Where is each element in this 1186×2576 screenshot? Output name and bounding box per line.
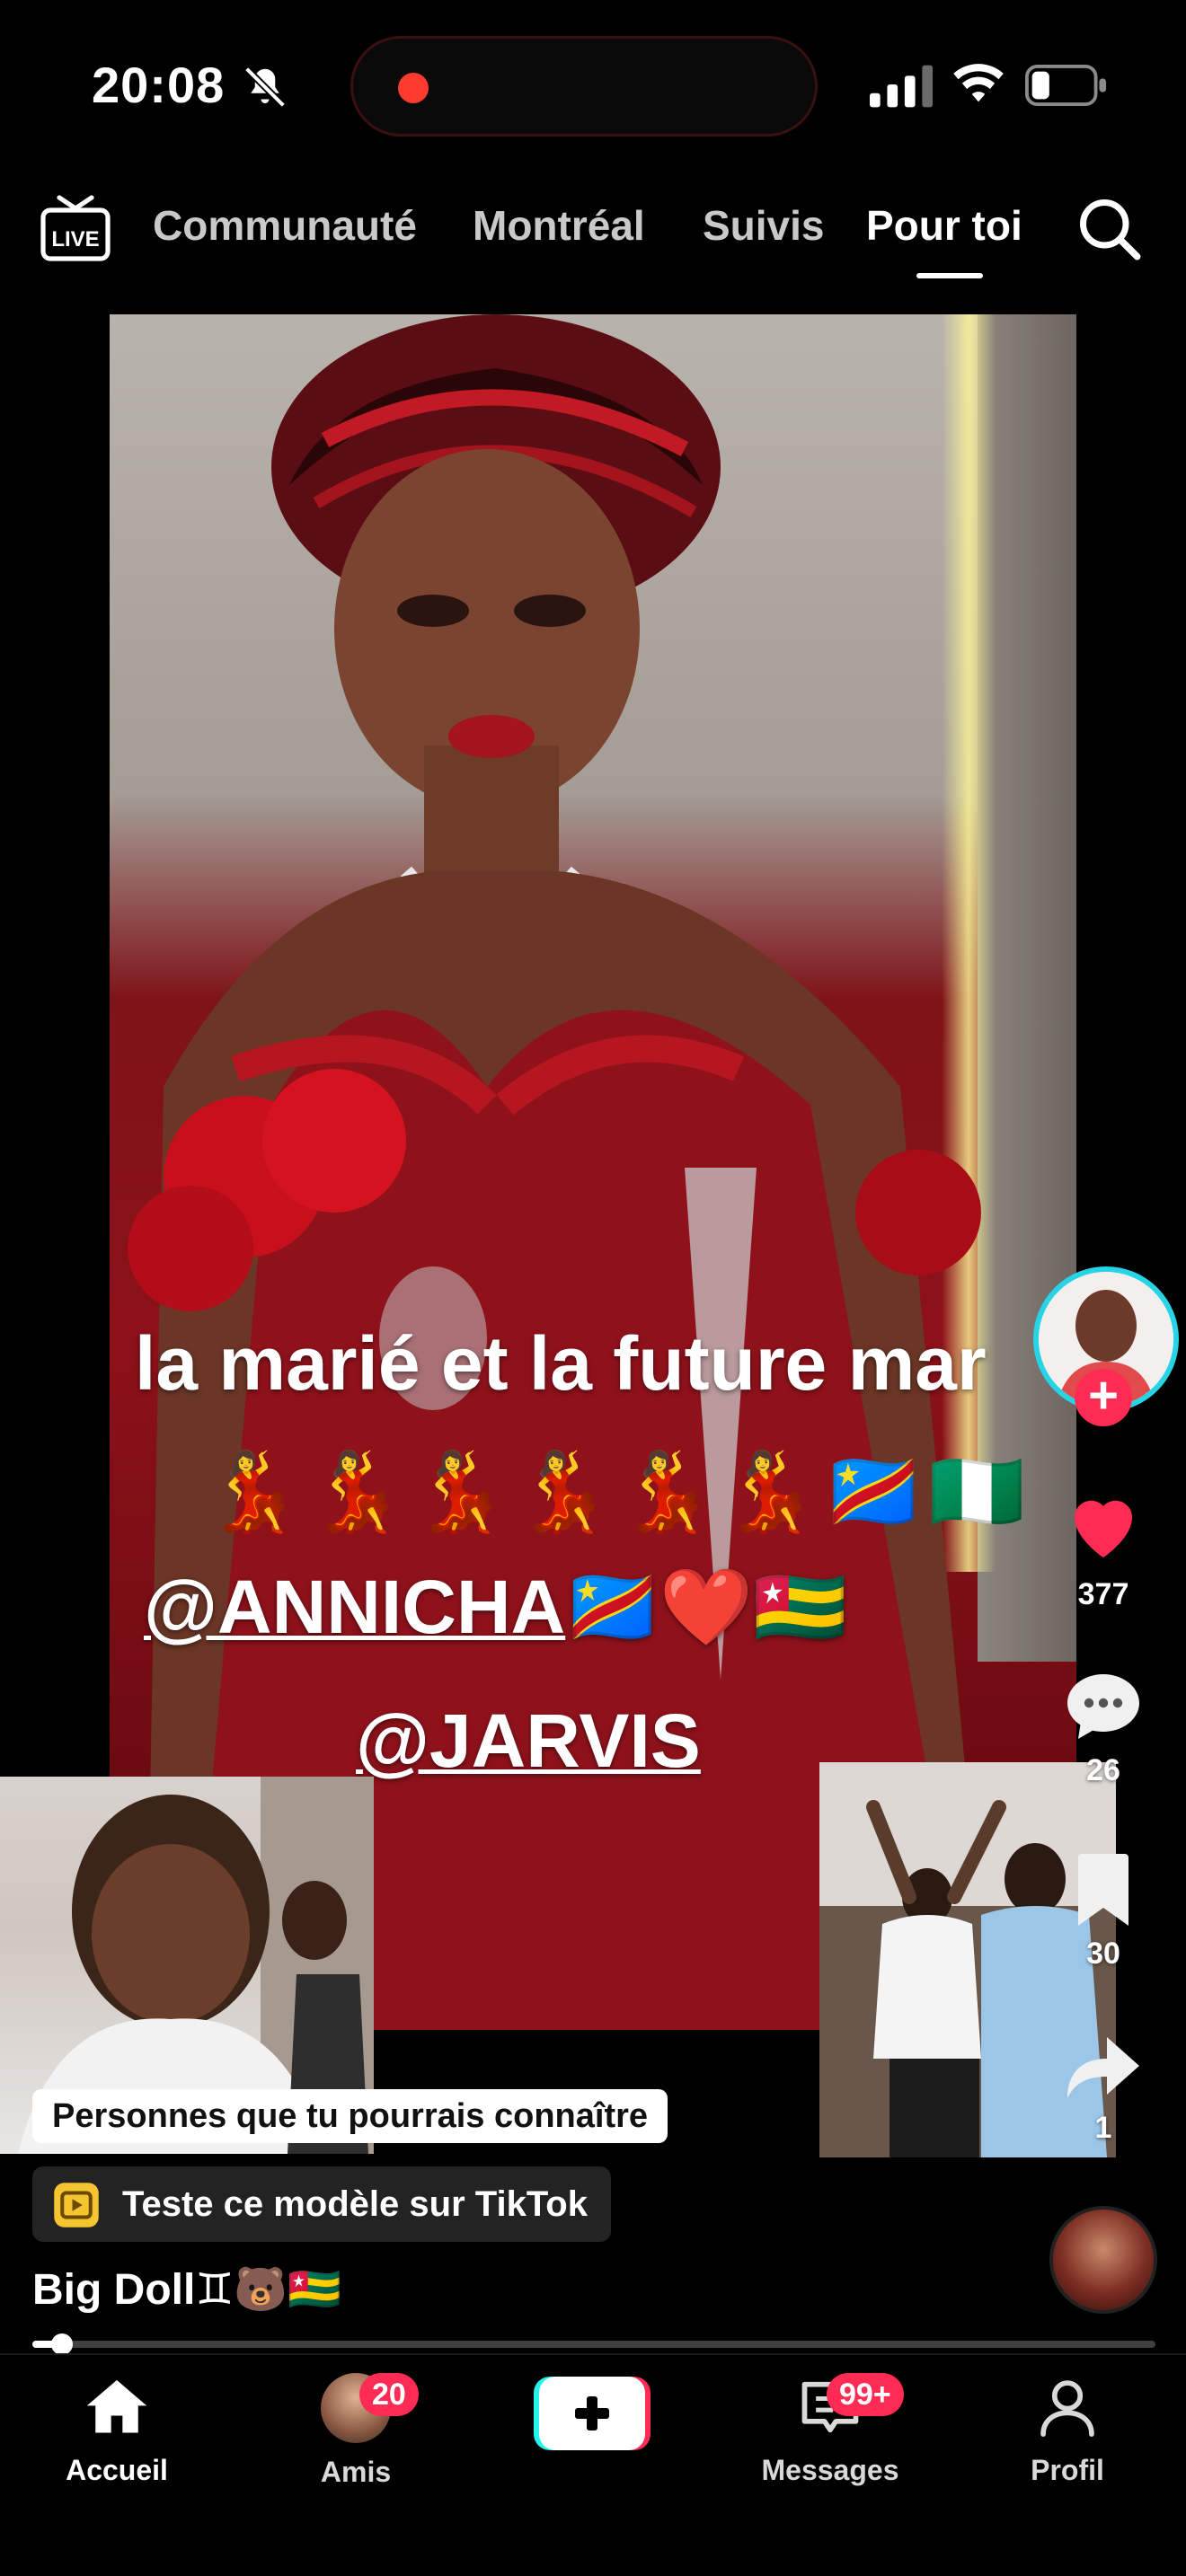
create-plus-button[interactable] [534, 2377, 651, 2450]
search-icon[interactable] [1075, 194, 1143, 262]
tab-communaute[interactable]: Communauté [153, 201, 417, 250]
nav-accueil[interactable]: Accueil [27, 2373, 207, 2487]
likes-count: 377 [1077, 1577, 1129, 1611]
nav-amis[interactable]: Amis 20 [266, 2373, 446, 2489]
template-chip[interactable]: Teste ce modèle sur TikTok [32, 2166, 611, 2242]
video-progress-knob[interactable] [51, 2333, 73, 2355]
status-time: 20:08 [92, 57, 226, 113]
top-nav: LIVE Communauté Montréal Suivis Pour toi [0, 180, 1186, 287]
share-icon[interactable] [1060, 2023, 1146, 2109]
signal-icon [870, 65, 933, 108]
heart-icon[interactable] [1060, 1482, 1146, 1568]
template-chip-label: Teste ce modèle sur TikTok [122, 2184, 588, 2224]
status-bar: 20:08 [0, 0, 1186, 171]
tab-pour-toi[interactable]: Pour toi [866, 201, 1022, 250]
nav-messages-label: Messages [761, 2454, 899, 2486]
caption-line-1: la marié et la future mar [135, 1321, 987, 1406]
bell-slash-icon [243, 66, 287, 109]
template-icon [54, 2183, 99, 2228]
nav-profil[interactable]: Profil [978, 2373, 1157, 2487]
video-progress-bar[interactable] [32, 2333, 1155, 2355]
nav-profil-label: Profil [1031, 2454, 1104, 2486]
follow-plus-button[interactable]: + [1075, 1369, 1132, 1426]
live-label: LIVE [51, 227, 99, 251]
wifi-icon [953, 64, 1004, 102]
caption-emoji-line: 💃💃💃💃💃💃🇨🇩🇳🇬 [205, 1449, 1032, 1535]
shares-count: 1 [1094, 2111, 1112, 2145]
comment-icon[interactable] [1060, 1663, 1146, 1750]
profile-icon [1040, 2380, 1094, 2437]
dynamic-island [350, 36, 818, 137]
live-icon[interactable]: LIVE [40, 194, 111, 262]
active-tab-indicator [916, 273, 983, 278]
creator-username[interactable]: Big Doll♊🐻🇹🇬 [32, 2263, 341, 2315]
bottom-nav: Accueil Amis 20 Messages 99+ Profil [0, 2353, 1186, 2576]
nav-accueil-label: Accueil [66, 2454, 168, 2486]
nav-amis-label: Amis [320, 2456, 392, 2488]
mention-annicha[interactable]: @ANNICHA [144, 1565, 565, 1649]
nav-messages[interactable]: Messages 99+ [740, 2373, 920, 2487]
people-you-may-know-chip[interactable]: Personnes que tu pourrais connaître [32, 2089, 668, 2143]
comments-count: 26 [1086, 1753, 1120, 1787]
saves-count: 30 [1086, 1936, 1120, 1971]
home-icon [86, 2379, 147, 2433]
tab-montreal[interactable]: Montréal [473, 201, 645, 250]
sound-disc[interactable] [1049, 2206, 1157, 2314]
mention-1-emojis: 🇨🇩❤️🇹🇬 [565, 1565, 847, 1649]
messages-badge: 99+ [827, 2373, 904, 2416]
bookmark-icon[interactable] [1060, 1847, 1146, 1933]
recording-dot-icon [398, 73, 429, 103]
friends-badge: 20 [359, 2373, 419, 2416]
battery-icon [1025, 65, 1107, 106]
mention-jarvis[interactable]: @JARVIS [356, 1698, 701, 1783]
tab-suivis[interactable]: Suivis [703, 201, 825, 250]
